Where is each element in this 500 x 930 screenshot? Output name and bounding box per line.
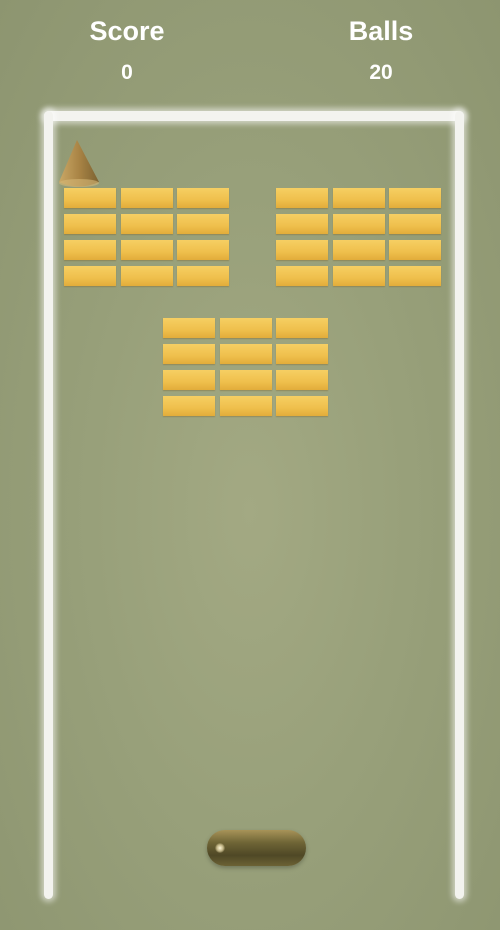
brick (163, 370, 215, 390)
brick (276, 188, 328, 208)
brick (163, 396, 215, 416)
score-value: 0 (121, 61, 133, 84)
brick (276, 318, 328, 338)
brick (389, 240, 441, 260)
brick (276, 344, 328, 364)
brick (333, 214, 385, 234)
brick (121, 214, 173, 234)
brick (121, 266, 173, 286)
brick (220, 396, 272, 416)
brick (220, 344, 272, 364)
brick (220, 318, 272, 338)
brick (177, 266, 229, 286)
brick (389, 188, 441, 208)
wall-left (44, 111, 53, 899)
brick (64, 266, 116, 286)
wall-top (44, 111, 464, 121)
brick (333, 266, 385, 286)
brick (177, 188, 229, 208)
brick (276, 214, 328, 234)
brick (276, 396, 328, 416)
balls-label: Balls (348, 16, 414, 46)
score-label: Score (89, 16, 165, 46)
brick (163, 318, 215, 338)
brick (276, 266, 328, 286)
brick (163, 344, 215, 364)
balls-value: 20 (369, 61, 393, 84)
brick (276, 370, 328, 390)
brick (220, 370, 272, 390)
wall-right (455, 111, 464, 899)
paddle[interactable] (207, 830, 306, 866)
paddle-highlight (215, 843, 225, 853)
brick (121, 188, 173, 208)
brick (177, 214, 229, 234)
brick (121, 240, 173, 260)
brick (177, 240, 229, 260)
brick (389, 214, 441, 234)
brick (389, 266, 441, 286)
brick (333, 240, 385, 260)
brick (64, 214, 116, 234)
cone-icon (59, 140, 99, 187)
brick (333, 188, 385, 208)
brick (64, 188, 116, 208)
brick (64, 240, 116, 260)
brick (276, 240, 328, 260)
